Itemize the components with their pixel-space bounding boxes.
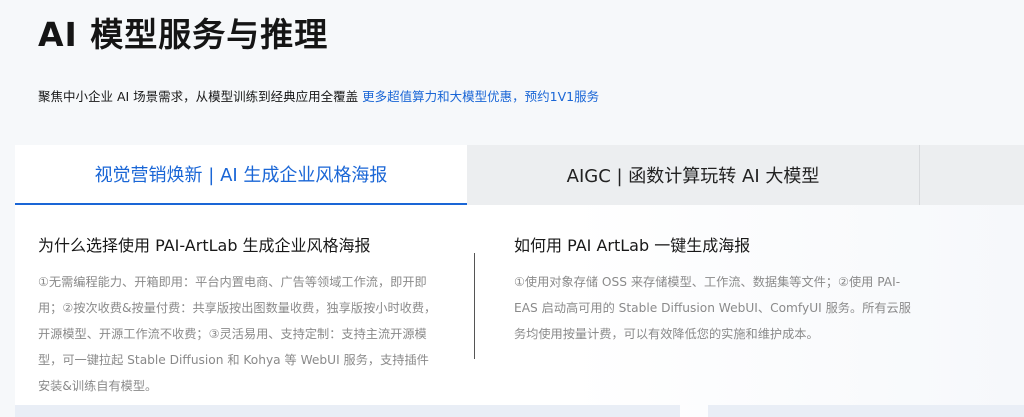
page-subtitle: 聚焦中小企业 AI 场景需求，从模型训练到经典应用全覆盖 更多超值算力和大模型优…	[38, 86, 599, 105]
subtitle-text: 聚焦中小企业 AI 场景需求，从模型训练到经典应用全覆盖	[38, 89, 363, 104]
tab-bar: 视觉营销焕新 | AI 生成企业风格海报 AIGC | 函数计算玩转 AI 大模…	[15, 145, 1024, 205]
why-body: ①无需编程能力、开箱即用：平台内置电商、广告等领域工作流，即开即用；②按次收费&…	[38, 275, 437, 393]
tab-bar-filler	[920, 145, 1024, 205]
why-section: 为什么选择使用 PAI-ArtLab 生成企业风格海报 ①无需编程能力、开箱即用…	[38, 205, 438, 399]
promo-link[interactable]: 更多超值算力和大模型优惠，预约1V1服务	[362, 89, 599, 104]
column-divider	[474, 253, 475, 359]
tab-visual-marketing[interactable]: 视觉营销焕新 | AI 生成企业风格海报	[15, 145, 467, 205]
how-body: ①使用对象存储 OSS 来存储模型、工作流、数据集等文件；②使用 PAI-EAS…	[514, 275, 911, 341]
next-card-left-edge	[15, 405, 680, 417]
page-title: AI 模型服务与推理	[38, 15, 329, 54]
how-heading: 如何用 PAI ArtLab 一键生成海报	[514, 236, 751, 255]
tab-aigc[interactable]: AIGC | 函数计算玩转 AI 大模型	[467, 145, 920, 205]
how-section: 如何用 PAI ArtLab 一键生成海报 ①使用对象存储 OSS 来存储模型、…	[514, 205, 914, 347]
why-heading: 为什么选择使用 PAI-ArtLab 生成企业风格海报	[38, 236, 371, 255]
tab-panel: 为什么选择使用 PAI-ArtLab 生成企业风格海报 ①无需编程能力、开箱即用…	[15, 205, 1024, 417]
next-card-right-edge	[708, 405, 1024, 417]
